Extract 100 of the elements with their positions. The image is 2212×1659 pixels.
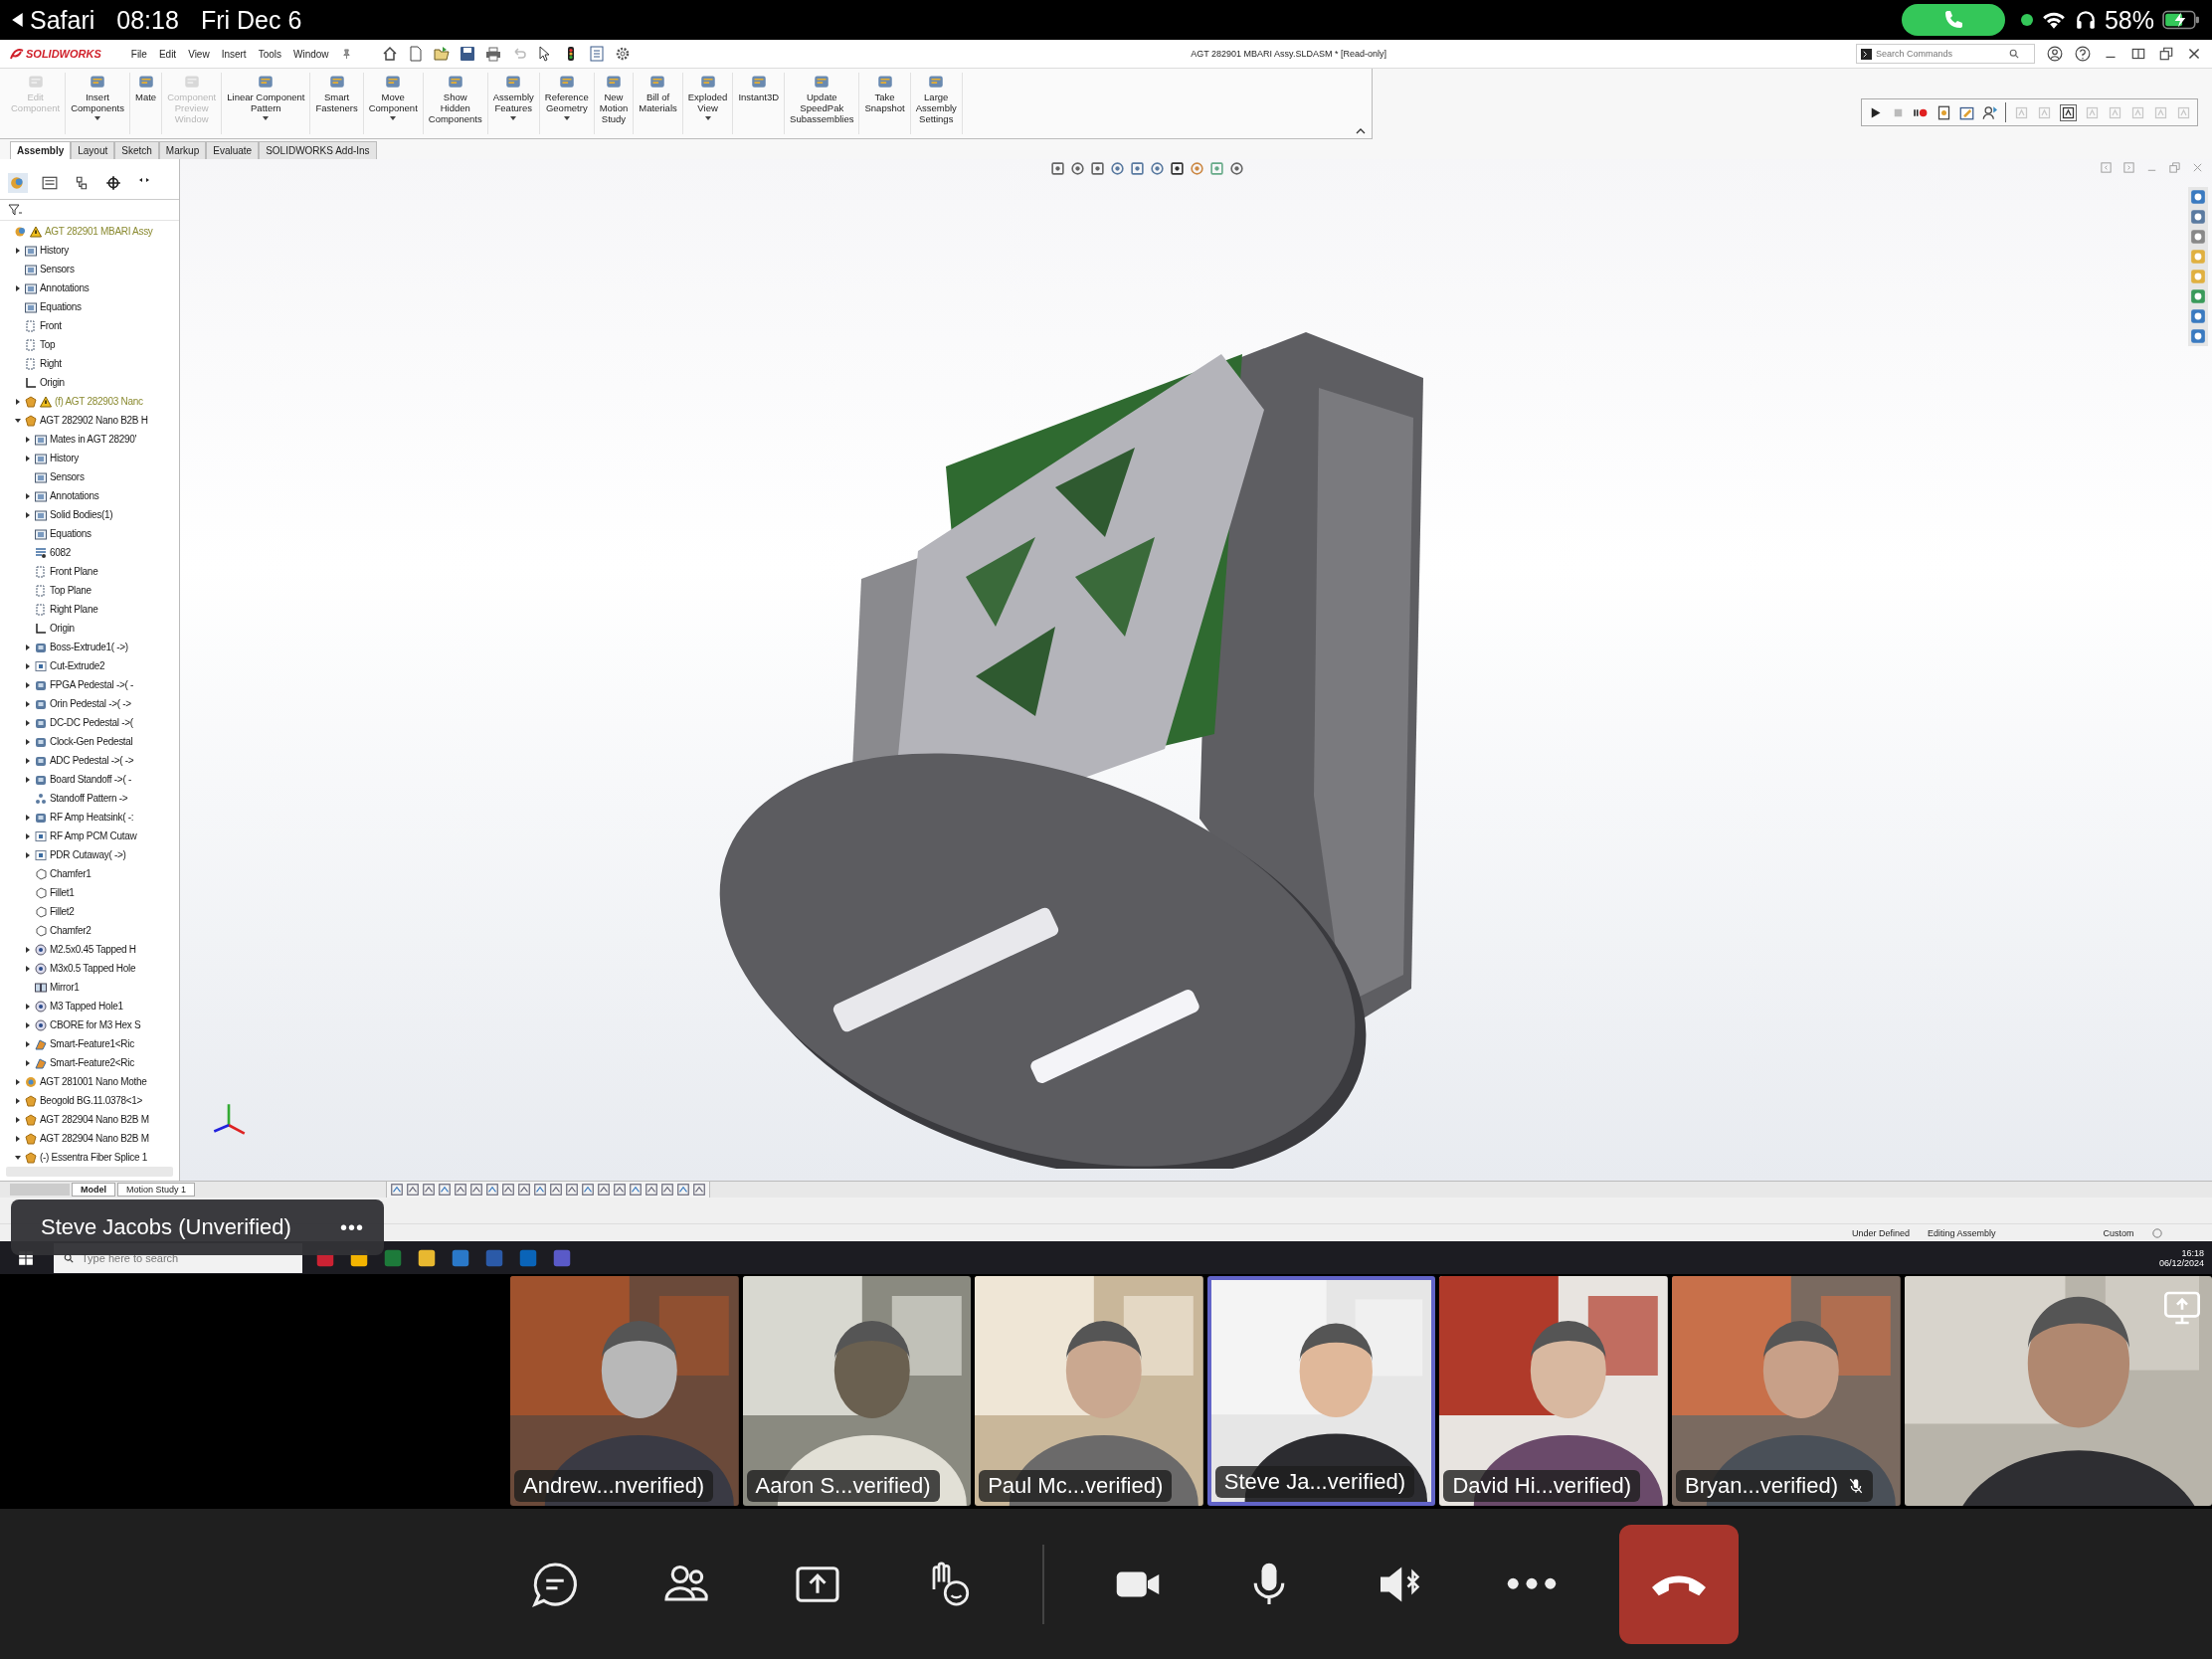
more-options-button[interactable]: ••• <box>340 1215 364 1239</box>
tree-item[interactable]: AGT 282902 Nano B2B H <box>0 411 179 430</box>
tree-item[interactable]: Cut-Extrude2 <box>0 656 179 675</box>
new-document-icon[interactable] <box>407 46 424 62</box>
task-pane-icon[interactable] <box>2190 308 2206 324</box>
tree-item[interactable]: Mirror1 <box>0 978 179 997</box>
tree-item[interactable]: Origin <box>0 619 179 638</box>
tree-item[interactable]: M2.5x0.45 Tapped H <box>0 940 179 959</box>
units-dropdown[interactable]: Custom <box>2103 1227 2134 1238</box>
tree-item[interactable]: Orin Pedestal ->( -> <box>0 694 179 713</box>
tree-item[interactable]: Chamfer1 <box>0 864 179 883</box>
toolbar-button[interactable]: Reference Geometry <box>539 73 595 134</box>
home-icon[interactable] <box>381 46 398 62</box>
end-call-button[interactable] <box>1619 1524 1739 1644</box>
solidworks-logo[interactable]: SOLIDWORKS <box>10 48 101 60</box>
tree-item[interactable]: Annotations <box>0 278 179 297</box>
crosshair-icon[interactable] <box>103 173 123 193</box>
tree-item[interactable]: Equations <box>0 297 179 316</box>
tree-item[interactable]: (-) Essentra Fiber Splice 1 <box>0 1148 179 1167</box>
user-account-icon[interactable] <box>2047 46 2063 62</box>
menu-item[interactable]: Insert <box>221 48 247 60</box>
video-tile[interactable]: Andrew...nverified) <box>510 1276 739 1506</box>
annotation-tool-icon[interactable] <box>2060 103 2077 121</box>
task-pane-icon[interactable] <box>2190 189 2206 205</box>
toolbar-button[interactable]: Instant3D <box>733 73 786 134</box>
tree-item[interactable]: M3x0.5 Tapped Hole <box>0 959 179 978</box>
active-call-indicator[interactable] <box>1901 4 2005 36</box>
save-icon[interactable] <box>459 46 475 62</box>
filter-icon[interactable] <box>8 204 22 216</box>
search-commands-field[interactable]: Search Commands <box>1856 44 2035 64</box>
ribbon-tab[interactable]: Markup <box>158 141 207 159</box>
tree-item[interactable]: Sensors <box>0 260 179 278</box>
video-tile[interactable]: Bryan...verified) <box>1672 1276 1901 1506</box>
toolbar-button[interactable]: Show Hidden Components <box>423 73 488 134</box>
tree-item[interactable]: AGT 282901 MBARI Assy <box>0 222 179 241</box>
view-tool-icon[interactable] <box>1229 161 1244 176</box>
user-play-icon[interactable] <box>1982 104 1997 120</box>
tree-item[interactable]: Sensors <box>0 467 179 486</box>
tree-item[interactable]: Top <box>0 335 179 354</box>
tree-item[interactable]: Front Plane <box>0 562 179 581</box>
tree-item[interactable]: Boss-Extrude1( ->) <box>0 638 179 656</box>
tile-windows-icon[interactable] <box>2130 46 2146 62</box>
tree-item[interactable]: Annotations <box>0 486 179 505</box>
video-tile[interactable]: Paul Mc...verified) <box>975 1276 1203 1506</box>
tree-item[interactable]: Origin <box>0 373 179 392</box>
task-pane-icon[interactable] <box>2190 229 2206 245</box>
model-tab[interactable]: Motion Study 1 <box>117 1183 196 1197</box>
tree-item[interactable]: Solid Bodies(1) <box>0 505 179 524</box>
task-pane-icon[interactable] <box>2190 209 2206 225</box>
tree-item[interactable]: Smart-Feature1<Ric <box>0 1034 179 1053</box>
ribbon-tab[interactable]: Layout <box>71 141 115 159</box>
ribbon-tab[interactable]: Sketch <box>114 141 159 159</box>
tree-item[interactable]: PDR Cutaway( ->) <box>0 845 179 864</box>
task-pane-icon[interactable] <box>2190 288 2206 304</box>
toolbar-button[interactable]: Bill of Materials <box>634 73 683 134</box>
toolbar-button[interactable]: Linear Component Pattern <box>222 73 311 134</box>
task-pane-icon[interactable] <box>2190 328 2206 344</box>
view-tool-icon[interactable] <box>1090 161 1105 176</box>
toolbar-button[interactable]: Smart Fasteners <box>310 73 364 134</box>
menu-item[interactable]: Tools <box>258 48 281 60</box>
tree-item[interactable]: Mates in AGT 28290' <box>0 430 179 449</box>
toolbar-button[interactable]: Exploded View <box>682 73 734 134</box>
tree-item[interactable]: 6082 <box>0 543 179 562</box>
tree-item[interactable]: CBORE for M3 Hex S <box>0 1015 179 1034</box>
tree-item[interactable]: ADC Pedestal ->( -> <box>0 751 179 770</box>
tree-item[interactable]: Standoff Pattern -> <box>0 789 179 808</box>
tree-item[interactable]: Equations <box>0 524 179 543</box>
restore-icon[interactable] <box>2158 46 2174 62</box>
video-tile[interactable]: Aaron S...verified) <box>742 1276 972 1506</box>
tree-item[interactable]: Right <box>0 354 179 373</box>
tree-item[interactable]: Smart-Feature2<Ric <box>0 1053 179 1072</box>
model-tab[interactable]: Model <box>72 1183 115 1197</box>
tree-item[interactable]: History <box>0 449 179 467</box>
settings-icon[interactable] <box>614 46 631 62</box>
tree-item[interactable]: Fillet2 <box>0 902 179 921</box>
pin-icon[interactable] <box>340 48 352 60</box>
search-input[interactable]: Type here to search <box>80 1250 225 1265</box>
menu-item[interactable]: Window <box>293 48 329 60</box>
toolbar-button[interactable]: Large Assembly Settings <box>910 73 963 134</box>
tree-item[interactable]: AGT 282904 Nano B2B M <box>0 1110 179 1129</box>
tree-item[interactable]: History <box>0 241 179 260</box>
print-icon[interactable] <box>484 46 501 62</box>
tree-item[interactable]: AGT 281001 Nano Mothe <box>0 1072 179 1091</box>
toolbar-button[interactable]: New Motion Study <box>594 73 635 134</box>
assembly-tree-tab-icon[interactable] <box>8 173 28 193</box>
tree-item[interactable]: Board Standoff ->( - <box>0 770 179 789</box>
menu-item[interactable]: View <box>188 48 210 60</box>
tree-item[interactable]: Fillet1 <box>0 883 179 902</box>
ribbon-tab[interactable]: Assembly <box>10 141 72 159</box>
open-folder-icon[interactable] <box>433 46 450 62</box>
tree-item[interactable]: AGT 282904 Nano B2B M <box>0 1129 179 1148</box>
toolbar-button[interactable]: Insert Components <box>66 73 130 134</box>
view-tool-icon[interactable] <box>1170 161 1185 176</box>
tree-item[interactable]: RF Amp PCM Cutaw <box>0 827 179 845</box>
video-tile[interactable]: David Hi...verified) <box>1439 1276 1668 1506</box>
edit-macro-icon[interactable] <box>1959 104 1974 120</box>
close-icon[interactable] <box>2186 46 2202 62</box>
menu-item[interactable]: Edit <box>158 48 177 60</box>
tree-item[interactable]: Top Plane <box>0 581 179 600</box>
collapse-caret-icon[interactable] <box>1356 128 1366 134</box>
